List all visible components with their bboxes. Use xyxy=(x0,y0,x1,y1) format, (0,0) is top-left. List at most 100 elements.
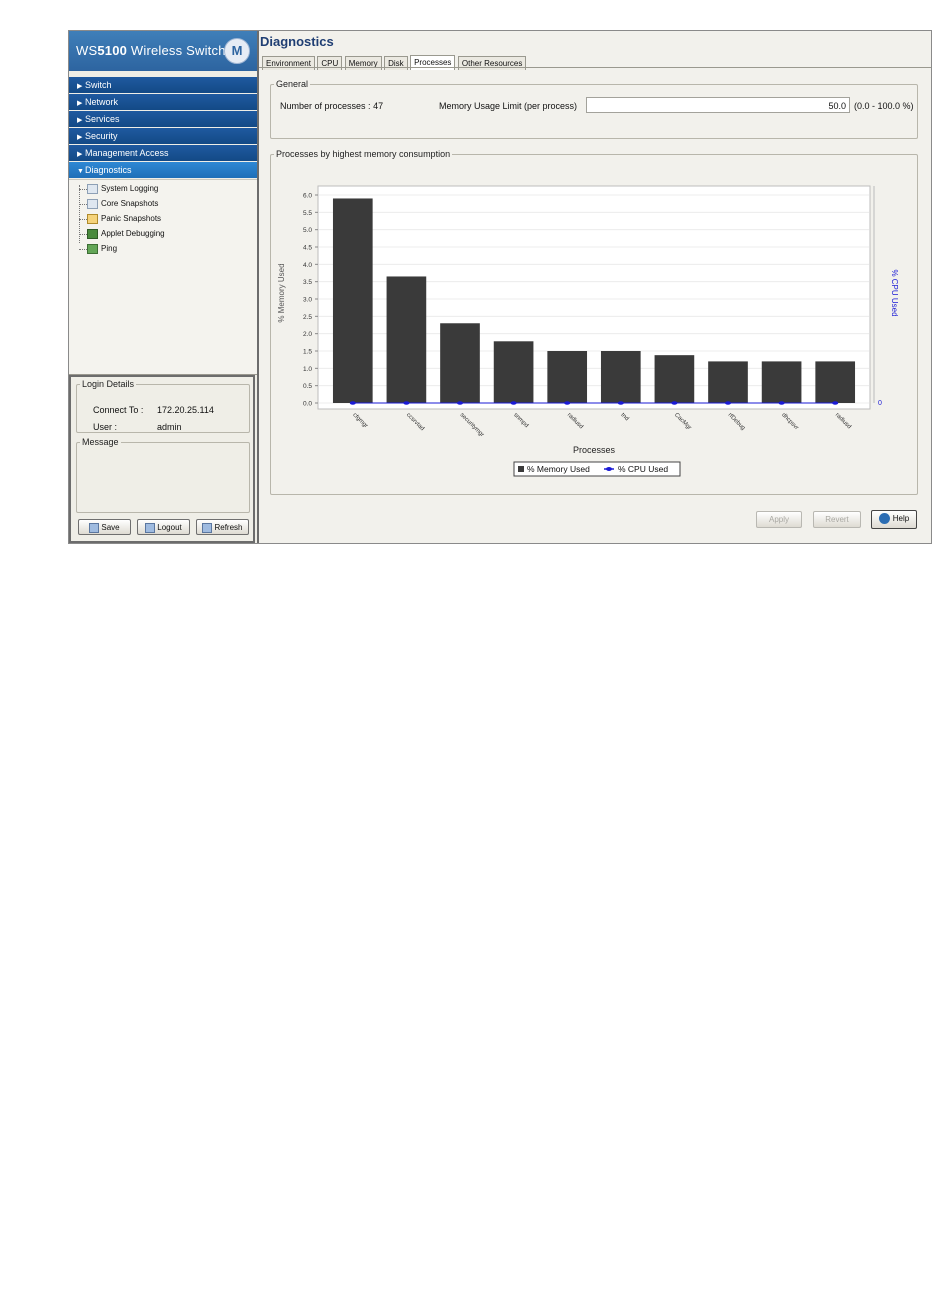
y-axis-label: % Memory Used xyxy=(277,263,286,322)
cpu-point xyxy=(617,401,624,405)
tree-item-system-logging[interactable]: System Logging xyxy=(87,182,158,196)
y2-tick-label: 0 xyxy=(878,400,882,407)
diagnostics-tree: System Logging Core Snapshots Panic Snap… xyxy=(69,179,257,375)
tree-connector xyxy=(79,234,87,235)
chart-legend: % Memory Used % CPU Used xyxy=(513,461,681,477)
x-tick-label: rfDebug xyxy=(727,412,746,431)
y-tick-label: 2.5 xyxy=(303,314,312,321)
cpu-point xyxy=(349,401,356,405)
x-tick-label: CacMgr xyxy=(673,412,692,431)
bar xyxy=(547,351,588,403)
memory-limit-label: Memory Usage Limit (per process) xyxy=(439,101,578,111)
nav-menu: ▶ Switch ▶ Network ▶ Services ▶ Security ▶ Ma… xyxy=(69,77,257,179)
tree-item-core-snapshots[interactable]: Core Snapshots xyxy=(87,197,158,211)
nav-item-label: Diagnostics xyxy=(85,165,132,175)
help-label: Help xyxy=(892,514,910,523)
ping-icon xyxy=(87,243,98,254)
chevron-right-icon: ▶ xyxy=(77,134,83,141)
tree-connector xyxy=(79,189,87,190)
x-tick-label: securitymgr xyxy=(459,412,485,438)
nav-item-label: Management Access xyxy=(85,148,169,158)
tree-item-label: Ping xyxy=(101,244,118,253)
nav-item-services[interactable]: ▶ Services xyxy=(69,111,257,127)
memory-limit-input[interactable]: 50.0 xyxy=(586,97,850,113)
user-label: User : xyxy=(93,422,118,432)
main-pane: Diagnostics Environment CPU Memory Disk … xyxy=(259,31,931,543)
tree-item-ping[interactable]: Ping xyxy=(87,242,117,256)
bar xyxy=(708,361,748,403)
x-axis-labels: cfgmgr ccsrvtad securitymgr snmpd radiusd tnd… xyxy=(351,412,852,438)
chevron-right-icon: ▶ xyxy=(77,151,83,158)
cpu-point xyxy=(671,401,678,405)
brand-header: WS5100 Wireless Switch M xyxy=(69,31,257,71)
bar xyxy=(493,341,534,403)
nav-item-diagnostics[interactable]: ▼Diagnostics xyxy=(69,162,257,178)
message-title: Message xyxy=(82,437,119,447)
legend-cpu-label: % CPU Used xyxy=(618,464,668,474)
x-tick-label: ccsrvtad xyxy=(405,412,425,432)
login-details-title: Login Details xyxy=(82,379,135,389)
login-panel: Login Details Connect To : 172.20.25.114… xyxy=(69,375,255,543)
y-tick-label: 2.0 xyxy=(303,331,312,338)
tab-divider xyxy=(259,67,931,68)
tree-item-panic-snapshots[interactable]: Panic Snapshots xyxy=(87,212,161,226)
cpu-point xyxy=(457,401,463,405)
brand-prefix: WS xyxy=(76,43,98,58)
nav-item-security[interactable]: ▶ Security xyxy=(69,128,257,144)
bar xyxy=(815,361,856,403)
x-tick-label: snmpd xyxy=(512,412,529,429)
bar xyxy=(654,355,695,403)
apply-button[interactable]: Apply xyxy=(756,511,802,528)
motorola-logo-icon: M xyxy=(224,38,250,64)
message-group: Message xyxy=(76,437,250,513)
y-tick-label: 5.0 xyxy=(303,227,312,234)
cpu-point xyxy=(832,401,839,405)
left-pane: WS5100 Wireless Switch M ▶ Switch ▶ Networ… xyxy=(69,31,259,543)
y-tick-label: 0.5 xyxy=(303,383,312,390)
nav-item-network[interactable]: ▶ Network xyxy=(69,94,257,110)
logout-button[interactable]: Logout xyxy=(137,519,190,535)
x-tick-label: cfgmgr xyxy=(351,412,368,429)
cpu-point xyxy=(778,401,785,405)
y-tick-label: 4.0 xyxy=(303,262,312,269)
legend-cpu-marker xyxy=(606,467,612,471)
general-title: General xyxy=(276,79,309,89)
snapshot-icon xyxy=(87,198,98,209)
refresh-button[interactable]: Refresh xyxy=(196,519,249,535)
chevron-right-icon: ▶ xyxy=(77,100,83,107)
y-tick-label: 4.5 xyxy=(303,245,312,252)
help-button[interactable]: Help xyxy=(871,510,917,529)
legend-memory-label: % Memory Used xyxy=(527,464,590,474)
chevron-right-icon: ▶ xyxy=(77,83,83,90)
brand-suffix: Wireless Switch xyxy=(130,43,226,58)
x-tick-label: radiusd xyxy=(566,412,584,430)
x-axis-label: Processes xyxy=(573,445,616,455)
save-label: Save xyxy=(101,523,120,532)
num-processes: Number of processes : 47 xyxy=(280,101,383,111)
tree-item-label: Panic Snapshots xyxy=(101,214,162,223)
memory-limit-range: (0.0 - 100.0 %) xyxy=(854,101,914,111)
revert-button[interactable]: Revert xyxy=(813,511,861,528)
y-tick-label: 1.5 xyxy=(303,349,312,356)
logout-label: Logout xyxy=(157,523,182,532)
nav-item-switch[interactable]: ▶ Switch xyxy=(69,77,257,93)
bar xyxy=(761,361,802,403)
user-value: admin xyxy=(157,422,182,432)
nav-item-management-access[interactable]: ▶ Management Access xyxy=(69,145,257,161)
y-tick-label: 1.0 xyxy=(303,366,312,373)
refresh-label: Refresh xyxy=(214,523,243,532)
num-processes-value: 47 xyxy=(373,101,384,111)
bar xyxy=(600,351,641,403)
bar xyxy=(386,276,427,403)
app-window: WS5100 Wireless Switch M ▶ Switch ▶ Networ… xyxy=(68,30,932,544)
page-title: Diagnostics xyxy=(260,34,334,49)
y-tick-label: 3.5 xyxy=(303,279,312,286)
save-button[interactable]: Save xyxy=(78,519,131,535)
log-icon xyxy=(87,183,98,194)
nav-item-label: Network xyxy=(85,97,119,107)
x-tick-label: tnd xyxy=(619,412,629,422)
tree-item-applet-debugging[interactable]: Applet Debugging xyxy=(87,227,165,241)
brand-model: 5100 xyxy=(97,43,128,58)
memory-chart: 0.00.51.01.52.02.53.03.54.04.55.05.56.0 … xyxy=(277,185,899,477)
tree-item-label: System Logging xyxy=(101,184,159,193)
